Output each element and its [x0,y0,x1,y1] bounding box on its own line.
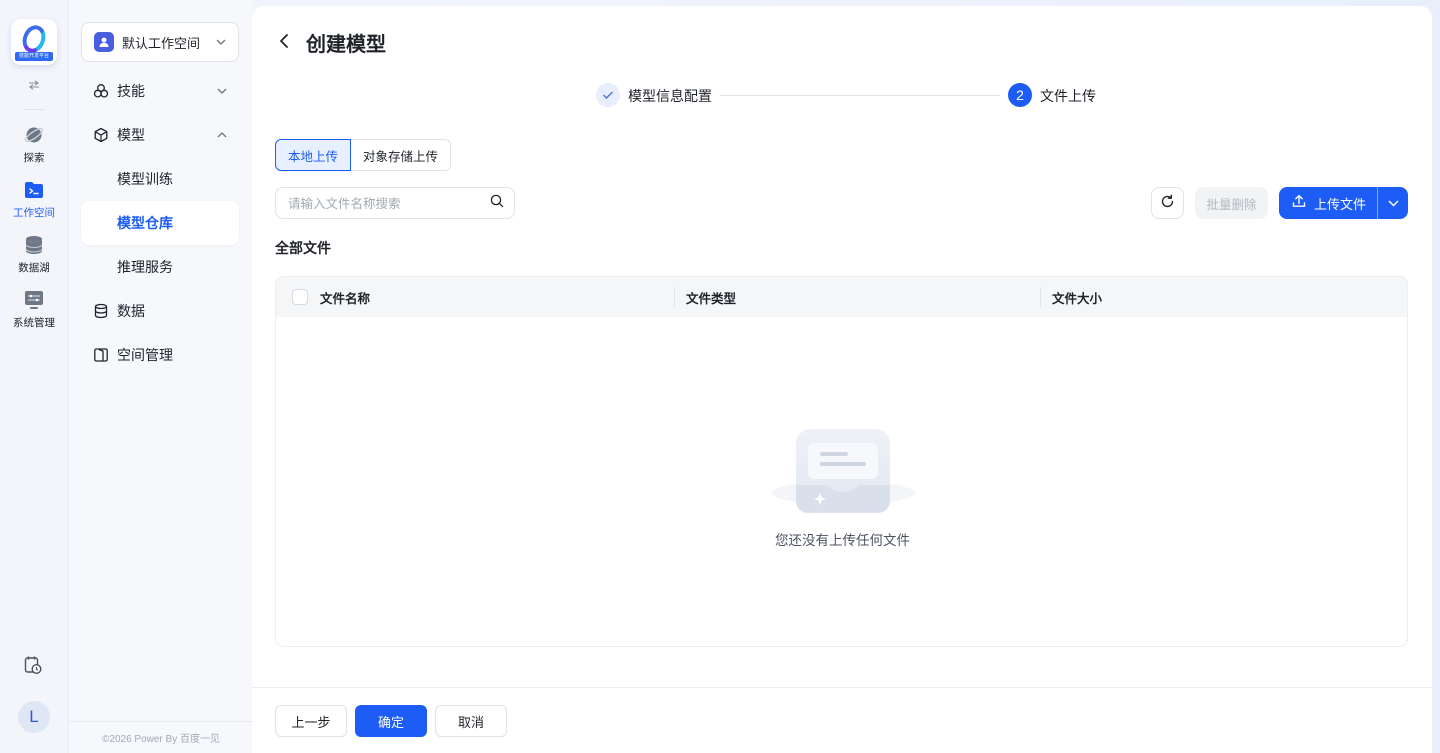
rail-item-label: 系统管理 [13,317,55,329]
sidebar-item-space-management[interactable]: 空间管理 [81,333,239,377]
select-all-cell [292,277,308,317]
back-arrow-icon[interactable] [278,32,290,54]
search-icon[interactable] [490,194,504,212]
planet-icon [23,124,45,146]
cube-icon [93,127,109,143]
empty-inbox-icon [768,427,918,521]
workspace-user-icon [94,32,114,52]
sidebar-item-model[interactable]: 模型 [81,113,239,157]
table-header: 文件名称 文件类型 文件大小 [276,277,1407,317]
file-search-box [275,187,515,219]
sidebar-item-label: 数据 [117,304,145,320]
upload-file-label: 上传文件 [1314,197,1367,213]
sidebar-item-model-repository[interactable]: 模型仓库 [81,201,239,245]
data-icon [93,303,109,319]
sidebar-item-label: 推理服务 [117,260,173,276]
step-indicator: 模型信息配置 2 文件上传 [596,83,1096,107]
user-avatar[interactable]: L [18,701,50,733]
workspace-folder-icon [23,179,45,201]
step-2-label: 文件上传 [1040,89,1096,105]
column-header-file-name[interactable]: 文件名称 [320,277,370,317]
upload-icon [1292,194,1306,212]
column-header-file-size[interactable]: 文件大小 [1052,277,1102,317]
system-settings-icon [23,289,45,311]
upload-source-tabs: 本地上传 对象存储上传 [275,139,452,171]
column-divider [674,287,675,307]
step-1-label: 模型信息配置 [628,89,712,105]
batch-delete-button[interactable]: 批量删除 [1195,187,1268,219]
previous-step-button[interactable]: 上一步 [275,705,347,737]
rail-item-workspace[interactable]: 工作空间 [4,179,64,220]
sidebar-item-label: 技能 [117,84,145,100]
chevron-down-icon [1387,195,1399,211]
space-icon [93,347,109,363]
workspace-selector[interactable]: 默认工作空间 [81,22,239,62]
app-logo[interactable]: 技能开发平台 [11,19,57,65]
secondary-sidebar: 默认工作空间 技能 模型 模型训练 模型仓库 推理服务 数据 空间管理 ©202… [68,0,253,753]
step-2-number: 2 [1008,83,1032,107]
upload-dropdown-toggle[interactable] [1378,187,1408,219]
switch-icon[interactable] [28,79,40,93]
refresh-button[interactable] [1151,187,1184,219]
sidebar-item-model-training[interactable]: 模型训练 [81,157,239,201]
rail-divider [23,109,45,110]
rail-item-explore[interactable]: 探索 [4,124,64,165]
rail-item-label: 探索 [23,152,45,164]
step-connector [720,95,1000,96]
sidebar-menu: 技能 模型 模型训练 模型仓库 推理服务 数据 空间管理 [81,69,239,377]
upload-file-main[interactable]: 上传文件 [1279,187,1377,219]
empty-state: 您还没有上传任何文件 [276,427,1407,549]
sidebar-item-inference-service[interactable]: 推理服务 [81,245,239,289]
sidebar-item-label: 模型 [117,128,145,144]
sidebar-item-label: 模型训练 [117,172,173,188]
logo-mark-icon [18,22,50,56]
confirm-button[interactable]: 确定 [355,705,427,737]
task-clock-icon[interactable] [24,655,42,679]
logo-tag: 技能开发平台 [15,52,53,61]
rail-item-label: 工作空间 [13,207,55,219]
rail-item-system[interactable]: 系统管理 [4,289,64,330]
upload-file-button[interactable]: 上传文件 [1279,187,1408,219]
footer-bar: 上一步 确定 取消 [252,687,1432,753]
search-input[interactable] [288,195,490,211]
refresh-icon [1160,194,1175,213]
database-icon [23,234,45,256]
sidebar-item-skills[interactable]: 技能 [81,69,239,113]
chevron-down-icon [216,37,226,48]
column-header-file-type[interactable]: 文件类型 [686,277,736,317]
sidebar-item-label: 模型仓库 [117,216,173,232]
chevron-up-icon [217,130,227,141]
column-divider [1040,287,1041,307]
skills-icon [93,83,109,99]
chevron-down-icon [217,86,227,97]
tab-local-upload[interactable]: 本地上传 [275,139,352,171]
rail-item-datalake[interactable]: 数据湖 [4,234,64,275]
file-table: 文件名称 文件类型 文件大小 您还没有上传任何文件 [275,276,1408,647]
sidebar-item-label: 空间管理 [117,348,173,364]
tab-object-storage-upload[interactable]: 对象存储上传 [351,139,452,171]
page-title: 创建模型 [306,32,386,56]
main-panel: 创建模型 模型信息配置 2 文件上传 本地上传 对象存储上传 批量删除 上传文件 [252,6,1432,753]
workspace-label: 默认工作空间 [122,36,201,52]
empty-state-text: 您还没有上传任何文件 [775,533,910,549]
copyright-text: ©2026 Power By 百度一见 [69,721,253,753]
section-title: 全部文件 [275,241,331,257]
rail-item-label: 数据湖 [18,262,50,274]
check-icon [596,83,620,107]
icon-rail: 技能开发平台 探索 工作空间 数据湖 系统管理 L [0,0,68,753]
sidebar-item-data[interactable]: 数据 [81,289,239,333]
cancel-button[interactable]: 取消 [435,705,507,737]
select-all-checkbox[interactable] [292,289,308,305]
